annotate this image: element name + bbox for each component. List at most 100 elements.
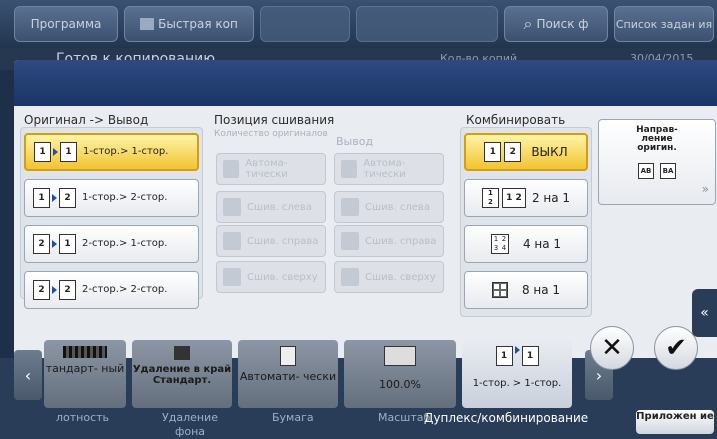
- original-direction-button[interactable]: Направ- ление оригин. AB BA »: [598, 119, 716, 205]
- combine-2in1-label: 2 на 1: [531, 191, 571, 205]
- direction-label: Направ- ление оригин.: [636, 125, 678, 153]
- duplex-2to2-icon: 22: [33, 280, 76, 300]
- bind-out-right: Сшив. справа: [334, 225, 444, 257]
- search-icon: ⌕: [523, 14, 533, 33]
- quick-copy-button[interactable]: Быстрая коп: [124, 6, 254, 42]
- bind-top-icon: [341, 268, 359, 286]
- bind-orig-auto: Автома- тически: [216, 153, 326, 185]
- quick-copy-icon: [140, 18, 155, 30]
- bind-orig-right: Сшив. справа: [216, 225, 326, 257]
- tile-zoom-label: 100.0%: [379, 378, 421, 391]
- frame-erase-icon: [174, 346, 190, 360]
- option-1to1[interactable]: 11 1-стор.> 1-стор.: [24, 133, 199, 171]
- bind-right-icon: [341, 232, 359, 250]
- duplex-1to1-icon: 11: [34, 142, 77, 162]
- apps-label: Приложен ие: [636, 411, 714, 422]
- combine-2in1-icon: 121 2: [481, 188, 526, 208]
- bind-out-auto: Автома- тически: [334, 153, 444, 185]
- combine-8in1-label: 8 на 1: [521, 283, 561, 297]
- combine-8in1[interactable]: 8 на 1: [464, 271, 588, 309]
- combine-off-icon: 12: [484, 142, 522, 162]
- bind-orig-left-label: Сшив. слева: [247, 201, 312, 213]
- side-panel-toggle[interactable]: «: [692, 289, 717, 337]
- cat-paper: Бумага: [272, 411, 314, 424]
- tile-frame-erase[interactable]: Удаление в край Стандарт.: [132, 340, 232, 408]
- bind-orig-auto-label: Автома- тически: [245, 158, 288, 180]
- topbar-slot: [260, 6, 350, 42]
- tile-density-label: тандарт- ный: [45, 362, 125, 375]
- cat-zoom: Масштаб: [378, 411, 431, 424]
- bind-right-icon: [223, 232, 241, 250]
- bind-auto-icon: [223, 160, 240, 178]
- close-icon: ✕: [601, 333, 623, 363]
- option-1to2-label: 1-стор.> 2-стор.: [82, 192, 168, 203]
- bind-out-auto-label: Автома- тически: [363, 158, 406, 180]
- task-list-button[interactable]: Список задан ия: [614, 6, 714, 42]
- orig-output-label: Оригинал -> Вывод: [24, 113, 149, 127]
- bind-orig-left: Сшив. слева: [216, 191, 326, 223]
- duplex-1to2-icon: 12: [33, 188, 76, 208]
- search-button[interactable]: ⌕ Поиск ф: [504, 6, 608, 42]
- combine-off[interactable]: 12 ВЫКЛ: [464, 133, 588, 171]
- tile-zoom[interactable]: 100.0%: [344, 340, 456, 408]
- combine-4in1-icon: 1234: [490, 234, 509, 254]
- bind-orig-top-label: Сшив. сверху: [247, 271, 318, 283]
- ok-button[interactable]: ✔: [654, 326, 698, 370]
- tile-duplex-label: 1-стор. > 1-стор.: [472, 378, 562, 389]
- chevron-left-icon: ‹: [24, 365, 32, 385]
- tile-density[interactable]: тандарт- ный: [44, 340, 126, 408]
- option-1to1-label: 1-стор.> 1-стор.: [83, 146, 169, 157]
- duplex-2to1-icon: 21: [33, 234, 76, 254]
- binding-output-col: Вывод: [336, 135, 374, 148]
- bind-auto-icon: [341, 160, 358, 178]
- combine-2in1[interactable]: 121 2 2 на 1: [464, 179, 588, 217]
- bind-left-icon: [223, 198, 241, 216]
- option-1to2[interactable]: 12 1-стор.> 2-стор.: [24, 179, 199, 217]
- combine-4in1[interactable]: 1234 4 на 1: [464, 225, 588, 263]
- option-2to2[interactable]: 22 2-стор.> 2-стор.: [24, 271, 199, 309]
- cat-density: лотность: [56, 411, 110, 424]
- apps-button[interactable]: Приложен ие: [636, 410, 714, 434]
- option-2to2-label: 2-стор.> 2-стор.: [82, 284, 168, 295]
- bind-out-left-label: Сшив. слева: [365, 201, 430, 213]
- zoom-icon: [384, 346, 416, 366]
- program-label: Программа: [30, 17, 102, 31]
- double-chevron-left-icon: «: [700, 305, 709, 321]
- tile-paper-label: Автомати- чески: [239, 370, 337, 383]
- tile-frame-erase-label: Удаление в край Стандарт.: [132, 364, 232, 386]
- bind-out-top-label: Сшив. сверху: [365, 271, 436, 283]
- binding-label: Позиция сшивания: [214, 113, 335, 127]
- cat-background-removal: Удаление фона: [162, 411, 218, 438]
- dialog-header: [14, 60, 717, 106]
- combine-8in1-icon: [491, 282, 508, 298]
- density-icon: [63, 346, 107, 358]
- cancel-button[interactable]: ✕: [590, 326, 634, 370]
- bind-left-icon: [341, 198, 359, 216]
- program-button[interactable]: Программа: [14, 6, 118, 42]
- scroll-left-button[interactable]: ‹: [14, 350, 42, 400]
- direction-icons: AB BA: [638, 163, 676, 179]
- bind-orig-top: Сшив. сверху: [216, 261, 326, 293]
- bind-out-top: Сшив. сверху: [334, 261, 444, 293]
- bind-orig-right-label: Сшив. справа: [247, 235, 319, 247]
- bind-out-left: Сшив. слева: [334, 191, 444, 223]
- option-2to1-label: 2-стор.> 1-стор.: [82, 238, 168, 249]
- binding-original-col: Количество оригиналов: [214, 129, 328, 139]
- chevron-right-icon: »: [701, 182, 709, 196]
- combine-off-label: ВЫКЛ: [531, 145, 568, 159]
- quick-copy-label: Быстрая коп: [158, 17, 238, 31]
- bind-top-icon: [223, 268, 241, 286]
- tile-duplex[interactable]: 11 1-стор. > 1-стор.: [462, 340, 572, 408]
- chevron-right-icon: ›: [595, 365, 603, 385]
- combine-4in1-label: 4 на 1: [522, 237, 562, 251]
- combine-label: Комбинировать: [466, 113, 566, 127]
- paper-icon: [280, 346, 296, 366]
- cat-duplex-combine: Дуплекс/комбинирование: [424, 411, 589, 425]
- task-list-label: Список задан ия: [615, 17, 713, 31]
- tile-paper[interactable]: Автомати- чески: [238, 340, 338, 408]
- bind-out-right-label: Сшив. справа: [365, 235, 437, 247]
- search-label: Поиск ф: [536, 17, 589, 31]
- duplex-icon: 11: [462, 346, 572, 366]
- option-2to1[interactable]: 21 2-стор.> 1-стор.: [24, 225, 199, 263]
- topbar-slot-2: [356, 6, 498, 42]
